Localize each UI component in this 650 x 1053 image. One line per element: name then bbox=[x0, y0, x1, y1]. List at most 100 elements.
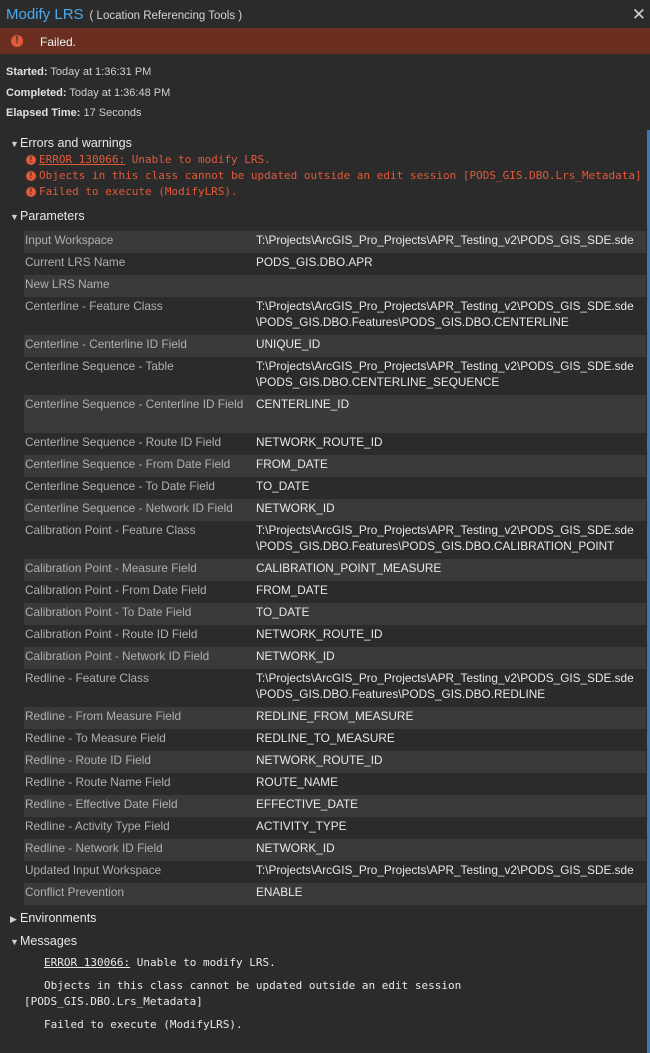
messages-section-header[interactable]: ▼Messages bbox=[10, 934, 77, 948]
parameter-value: ROUTE_NAME bbox=[255, 773, 646, 795]
chevron-down-icon: ▼ bbox=[10, 139, 19, 149]
error-text-2: Objects in this class cannot be updated … bbox=[39, 169, 642, 182]
parameter-value-line: T:\Projects\ArcGIS_Pro_Projects\APR_Test… bbox=[256, 359, 634, 373]
parameter-row: Redline - To Measure Field REDLINE_TO_MEA… bbox=[24, 729, 646, 751]
parameter-value: REDLINE_FROM_MEASURE bbox=[255, 707, 646, 729]
error-icon: ! bbox=[26, 171, 36, 181]
parameter-value: CENTERLINE_ID bbox=[255, 395, 646, 433]
completed-label: Completed: bbox=[6, 87, 67, 99]
parameter-name: Redline - Route Name Field bbox=[25, 775, 171, 789]
chevron-right-icon: ▶ bbox=[10, 914, 17, 924]
parameter-value: TO_DATE bbox=[255, 603, 646, 625]
parameter-value-line: NETWORK_ROUTE_ID bbox=[256, 435, 383, 449]
parameter-value-line: REDLINE_FROM_MEASURE bbox=[256, 709, 414, 723]
parameter-name: New LRS Name bbox=[25, 277, 110, 291]
parameter-value-line: CENTERLINE_ID bbox=[256, 397, 350, 411]
title-bar: Modify LRS ( Location Referencing Tools )… bbox=[0, 0, 650, 28]
environments-section-header[interactable]: ▶ Environments bbox=[10, 911, 96, 925]
parameter-row: Centerline Sequence - From Date Field FRO… bbox=[24, 455, 646, 477]
parameter-value-line: \PODS_GIS.DBO.Features\PODS_GIS.DBO.REDL… bbox=[256, 687, 546, 701]
parameter-value: UNIQUE_ID bbox=[255, 335, 646, 357]
parameter-value: FROM_DATE bbox=[255, 581, 646, 603]
parameter-row: Redline - From Measure Field REDLINE_FROM… bbox=[24, 707, 646, 729]
parameter-value: EFFECTIVE_DATE bbox=[255, 795, 646, 817]
parameter-row: Redline - Feature Class T:\Projects\ArcGI… bbox=[24, 669, 646, 707]
parameter-name: Redline - To Measure Field bbox=[25, 731, 166, 745]
parameter-value bbox=[255, 275, 646, 297]
parameter-row: Centerline Sequence - Route ID Field NETW… bbox=[24, 433, 646, 455]
parameter-row: Redline - Effective Date Field EFFECTIVE_… bbox=[24, 795, 646, 817]
parameter-row: Centerline - Feature Class T:\Projects\Ar… bbox=[24, 297, 646, 335]
parameter-row: Calibration Point - From Date Field FROM_… bbox=[24, 581, 646, 603]
parameter-value-line: ENABLE bbox=[256, 885, 303, 899]
parameter-row: New LRS Name bbox=[24, 275, 646, 297]
message-error-code-link[interactable]: ERROR 130066: bbox=[44, 956, 130, 969]
parameter-name: Centerline - Feature Class bbox=[25, 299, 163, 313]
parameter-value-line: T:\Projects\ArcGIS_Pro_Projects\APR_Test… bbox=[256, 671, 634, 685]
errors-heading: Errors and warnings bbox=[20, 136, 132, 150]
parameter-value-line: REDLINE_TO_MEASURE bbox=[256, 731, 395, 745]
parameter-name: Centerline Sequence - Centerline ID Fiel… bbox=[25, 397, 244, 411]
parameter-value: NETWORK_ROUTE_ID bbox=[255, 751, 646, 773]
parameter-value-line: NETWORK_ID bbox=[256, 841, 335, 855]
parameter-value: T:\Projects\ArcGIS_Pro_Projects\APR_Test… bbox=[255, 357, 646, 395]
started-value: Today at 1:36:31 PM bbox=[50, 66, 152, 78]
parameters-table: Input Workspace T:\Projects\ArcGIS_Pro_Pr… bbox=[24, 231, 646, 905]
parameter-name: Redline - From Measure Field bbox=[25, 709, 182, 723]
parameter-name: Centerline - Centerline ID Field bbox=[25, 337, 187, 351]
parameter-name: Calibration Point - To Date Field bbox=[25, 605, 192, 619]
parameter-value-line: NETWORK_ROUTE_ID bbox=[256, 627, 383, 641]
tool-name: Modify LRS bbox=[6, 6, 84, 23]
parameter-row: Calibration Point - Route ID Field NETWOR… bbox=[24, 625, 646, 647]
parameter-row: Centerline - Centerline ID Field UNIQUE_I… bbox=[24, 335, 646, 357]
parameter-name: Redline - Effective Date Field bbox=[25, 797, 178, 811]
parameter-name: Redline - Activity Type Field bbox=[25, 819, 170, 833]
parameter-value-line: TO_DATE bbox=[256, 605, 310, 619]
parameters-section-header[interactable]: ▼Parameters bbox=[10, 209, 85, 223]
toolbox-name: ( Location Referencing Tools ) bbox=[89, 10, 243, 22]
completed-info: Completed: Today at 1:36:48 PM bbox=[6, 87, 170, 99]
close-icon[interactable]: ✕ bbox=[632, 6, 646, 23]
message-line-2b: [PODS_GIS.DBO.Lrs_Metadata] bbox=[24, 995, 203, 1008]
chevron-down-icon: ▼ bbox=[10, 937, 19, 947]
parameter-name: Conflict Prevention bbox=[25, 885, 125, 899]
parameter-value: ACTIVITY_TYPE bbox=[255, 817, 646, 839]
parameter-value-line: ROUTE_NAME bbox=[256, 775, 338, 789]
parameter-value: FROM_DATE bbox=[255, 455, 646, 477]
error-icon: ! bbox=[11, 35, 23, 47]
parameter-value-line: UNIQUE_ID bbox=[256, 337, 321, 351]
status-banner: ! Failed. bbox=[0, 28, 650, 54]
completed-value: Today at 1:36:48 PM bbox=[69, 87, 171, 99]
parameter-row: Centerline Sequence - To Date Field TO_DA… bbox=[24, 477, 646, 499]
parameters-heading: Parameters bbox=[20, 209, 85, 223]
parameter-value-line: NETWORK_ID bbox=[256, 649, 335, 663]
chevron-down-icon: ▼ bbox=[10, 212, 19, 222]
errors-section-header[interactable]: ▼Errors and warnings bbox=[10, 136, 132, 150]
parameter-row: Calibration Point - Feature Class T:\Proj… bbox=[24, 521, 646, 559]
parameter-value: NETWORK_ROUTE_ID bbox=[255, 625, 646, 647]
parameter-name: Redline - Network ID Field bbox=[25, 841, 163, 855]
parameter-value-line: T:\Projects\ArcGIS_Pro_Projects\APR_Test… bbox=[256, 863, 634, 877]
parameter-name: Centerline Sequence - To Date Field bbox=[25, 479, 215, 493]
parameter-value-line: FROM_DATE bbox=[256, 457, 328, 471]
parameter-name: Current LRS Name bbox=[25, 255, 126, 269]
parameter-row: Redline - Activity Type Field ACTIVITY_TY… bbox=[24, 817, 646, 839]
message-line-3: Failed to execute (ModifyLRS). bbox=[44, 1018, 243, 1031]
parameter-row: Redline - Route Name Field ROUTE_NAME bbox=[24, 773, 646, 795]
parameter-name: Calibration Point - Route ID Field bbox=[25, 627, 198, 641]
parameter-value: NETWORK_ID bbox=[255, 499, 646, 521]
parameter-row: Redline - Network ID Field NETWORK_ID bbox=[24, 839, 646, 861]
parameter-value-line: NETWORK_ROUTE_ID bbox=[256, 753, 383, 767]
parameter-value: T:\Projects\ArcGIS_Pro_Projects\APR_Test… bbox=[255, 521, 646, 559]
parameter-value-line: T:\Projects\ArcGIS_Pro_Projects\APR_Test… bbox=[256, 233, 634, 247]
message-line-2a: Objects in this class cannot be updated … bbox=[44, 979, 462, 992]
elapsed-value: 17 Seconds bbox=[83, 107, 142, 119]
status-text: Failed. bbox=[40, 35, 77, 49]
parameter-name: Centerline Sequence - From Date Field bbox=[25, 457, 231, 471]
started-label: Started: bbox=[6, 66, 48, 78]
parameter-row: Centerline Sequence - Network ID Field NE… bbox=[24, 499, 646, 521]
parameter-row: Calibration Point - To Date Field TO_DATE bbox=[24, 603, 646, 625]
error-code-link[interactable]: ERROR 130066: bbox=[39, 153, 125, 166]
parameter-row: Current LRS Name PODS_GIS.DBO.APR bbox=[24, 253, 646, 275]
error-text-3: Failed to execute (ModifyLRS). bbox=[39, 185, 238, 198]
